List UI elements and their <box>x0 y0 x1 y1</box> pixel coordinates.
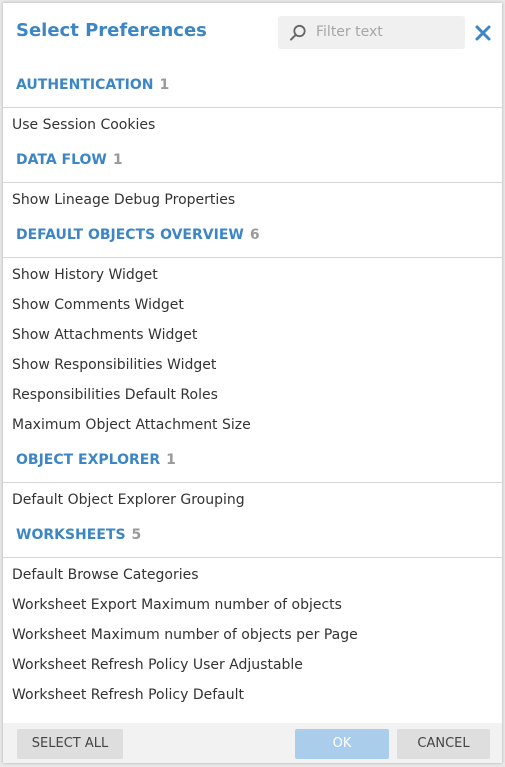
cancel-button[interactable]: CANCEL <box>397 729 490 759</box>
list-item[interactable]: Maximum Object Attachment Size <box>3 410 502 440</box>
section-count: 1 <box>159 77 170 93</box>
section-title: AUTHENTICATION <box>16 77 154 93</box>
search-icon <box>290 24 306 41</box>
list-item[interactable]: Worksheet Refresh Policy Default <box>3 680 502 710</box>
list-item[interactable]: Worksheet Refresh Policy User Adjustable <box>3 650 502 680</box>
section-title: OBJECT EXPLORER <box>16 452 161 468</box>
list-item[interactable]: Show Lineage Debug Properties <box>3 185 502 215</box>
section-title: DEFAULT OBJECTS OVERVIEW <box>16 227 244 243</box>
list-item[interactable]: Show Attachments Widget <box>3 320 502 350</box>
list-item[interactable]: Use Session Cookies <box>3 110 502 140</box>
list-item[interactable]: Worksheet Maximum number of objects per … <box>3 620 502 650</box>
section-header: AUTHENTICATION 1 <box>3 65 502 108</box>
dialog-title: Select Preferences <box>16 20 207 41</box>
close-icon <box>475 25 491 41</box>
section-count: 1 <box>166 452 176 468</box>
list-item[interactable]: Default Object Explorer Grouping <box>3 485 502 515</box>
section-authentication: AUTHENTICATION 1 Use Session Cookies <box>3 65 502 140</box>
list-item[interactable]: Show Comments Widget <box>3 290 502 320</box>
section-default-objects-overview: DEFAULT OBJECTS OVERVIEW 6 Show History W… <box>3 215 502 440</box>
section-object-explorer: OBJECT EXPLORER 1 Default Object Explorer… <box>3 440 502 515</box>
select-all-button[interactable]: SELECT ALL <box>17 729 123 759</box>
section-title: DATA FLOW <box>16 152 107 168</box>
close-button[interactable] <box>473 23 493 43</box>
section-header: DEFAULT OBJECTS OVERVIEW 6 <box>3 215 502 258</box>
section-worksheets: WORKSHEETS 5 Default Browse Categories Wo… <box>3 515 502 710</box>
list-item[interactable]: Default Browse Categories <box>3 560 502 590</box>
section-header: OBJECT EXPLORER 1 <box>3 440 502 483</box>
list-item[interactable]: Worksheet Export Maximum number of objec… <box>3 590 502 620</box>
preferences-dialog: Select Preferences AUTHENTICATION 1 Use S… <box>3 3 502 763</box>
section-count: 6 <box>249 227 260 243</box>
filter-box[interactable] <box>278 16 465 49</box>
list-item[interactable]: Show History Widget <box>3 260 502 290</box>
dialog-header: Select Preferences <box>3 3 502 63</box>
section-data-flow: DATA FLOW 1 Show Lineage Debug Properties <box>3 140 502 215</box>
list-item[interactable]: Responsibilities Default Roles <box>3 380 502 410</box>
ok-button[interactable]: OK <box>295 729 389 759</box>
section-count: 5 <box>131 527 142 543</box>
section-header: DATA FLOW 1 <box>3 140 502 183</box>
section-title: WORKSHEETS <box>16 527 126 543</box>
filter-input[interactable] <box>316 22 456 42</box>
list-item[interactable]: Show Responsibilities Widget <box>3 350 502 380</box>
dialog-footer: SELECT ALL OK CANCEL <box>3 723 502 763</box>
preferences-list[interactable]: AUTHENTICATION 1 Use Session Cookies DATA… <box>3 65 502 723</box>
section-header: WORKSHEETS 5 <box>3 515 502 558</box>
section-count: 1 <box>112 152 123 168</box>
